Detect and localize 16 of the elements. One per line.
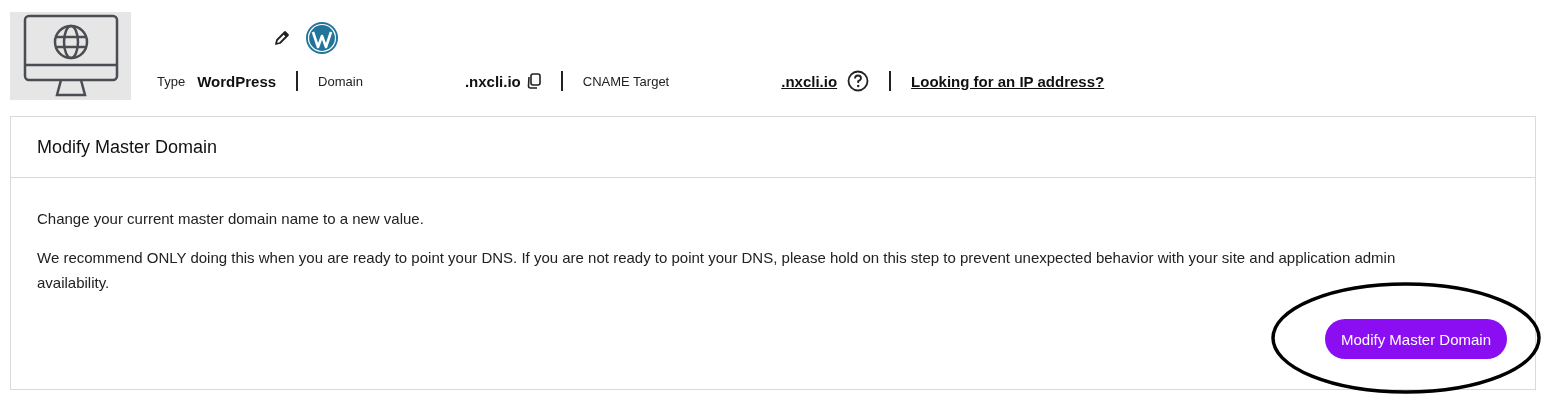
cname-link[interactable]: .nxcli.io <box>781 72 838 90</box>
copy-icon[interactable] <box>526 73 541 89</box>
wordpress-logo-icon <box>305 21 339 55</box>
card-title: Modify Master Domain <box>37 136 218 158</box>
type-label: Type <box>157 73 186 89</box>
pencil-icon[interactable] <box>273 29 291 47</box>
monitor-globe-icon <box>22 13 119 99</box>
modify-master-domain-button[interactable]: Modify Master Domain <box>1324 319 1507 359</box>
ip-address-link[interactable]: Looking for an IP address? <box>911 72 1105 90</box>
type-value: WordPress <box>197 72 277 90</box>
description-text: Change your current master domain name to a new value. <box>37 209 425 229</box>
description-text: We recommend ONLY doing this when you are ready to point your DNS. If you are not ready to point your DNS, please hold on this step to prevent unexpected behavior with your site and application admin availability. <box>37 248 1397 293</box>
cname-label: CNAME Target <box>582 73 670 89</box>
domain-value: .nxcli.io <box>464 72 521 90</box>
help-icon[interactable] <box>847 70 870 92</box>
domain-label: Domain <box>318 73 363 89</box>
